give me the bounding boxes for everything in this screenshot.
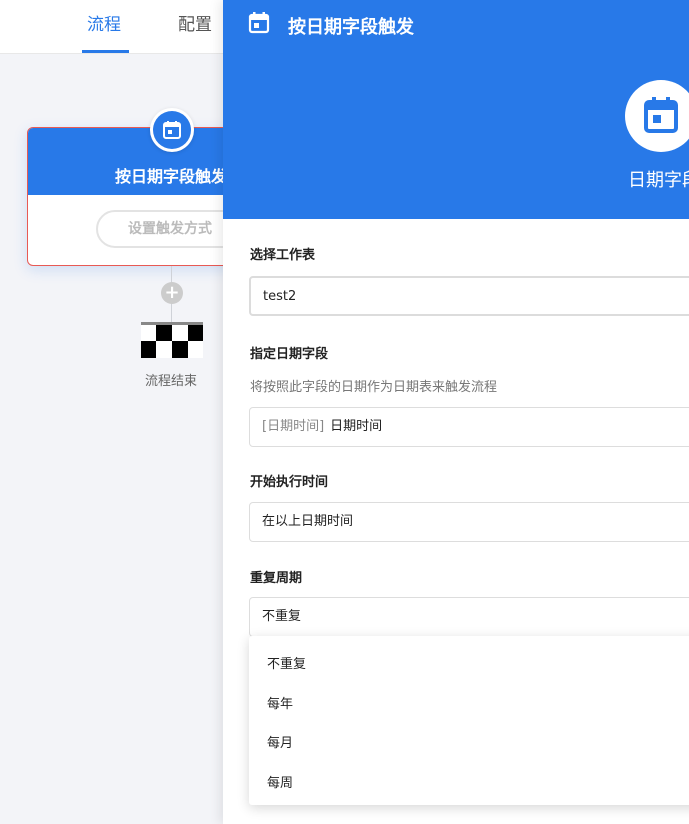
calendar-icon — [248, 12, 270, 34]
repeat-label: 重复周期 — [250, 571, 303, 586]
date-field-select[interactable]: [日期时间] 日期时间 — [249, 407, 689, 447]
repeat-option-yearly[interactable]: 每年 — [267, 693, 293, 712]
table-select[interactable]: test2 — [249, 276, 689, 316]
repeat-select[interactable]: 不重复 — [249, 597, 689, 637]
trigger-node-badge — [150, 108, 194, 152]
date-field-value: 日期时间 — [330, 419, 383, 434]
start-time-select[interactable]: 在以上日期时间 — [249, 502, 689, 542]
repeat-option-monthly[interactable]: 每月 — [267, 732, 293, 751]
flow-end-label: 流程结束 — [144, 374, 197, 389]
date-field-label: 指定日期字段 — [250, 347, 329, 362]
calendar-icon — [163, 121, 181, 139]
trigger-type-label: 日期字段 — [628, 170, 689, 191]
field-type-prefix: [日期时间] — [262, 419, 325, 434]
tab-flow-underline — [82, 50, 129, 53]
calendar-icon — [644, 97, 678, 133]
drawer-title: 按日期字段触发 — [288, 17, 414, 38]
repeat-dropdown-menu: 不重复 每年 每月 每周 — [249, 636, 689, 805]
tab-flow[interactable]: 流程 — [87, 0, 121, 54]
drawer-header: 按日期字段触发 日期字段 — [223, 0, 689, 219]
repeat-option-none[interactable]: 不重复 — [267, 653, 306, 672]
trigger-settings-drawer: 按日期字段触发 日期字段 选择工作表 test2 指定日期字段 将按照此字段的日… — [223, 0, 689, 824]
start-time-label: 开始执行时间 — [250, 475, 329, 490]
table-label: 选择工作表 — [250, 248, 316, 263]
date-field-description: 将按照此字段的日期作为日期表来触发流程 — [250, 380, 498, 395]
tab-config[interactable]: 配置 — [178, 0, 212, 54]
trigger-node-title: 按日期字段触发 — [115, 167, 228, 186]
trigger-type-badge — [625, 80, 689, 152]
finish-flag-icon — [141, 322, 203, 358]
repeat-option-weekly[interactable]: 每周 — [267, 772, 293, 791]
add-step-button[interactable]: + — [161, 282, 183, 304]
